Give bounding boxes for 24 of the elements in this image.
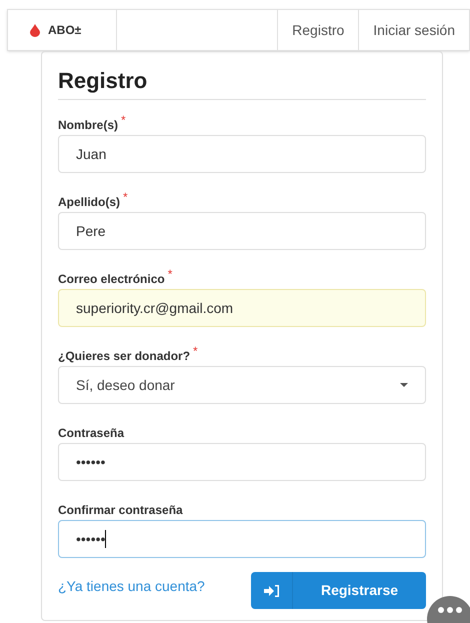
field-label: ¿Quieres ser donador?: [58, 348, 190, 365]
select-field[interactable]: Sí, deseo donar: [58, 366, 426, 404]
brand-name: ABO±: [48, 22, 82, 39]
input-field[interactable]: ••••••: [58, 443, 426, 481]
required-mark: *: [193, 347, 198, 355]
field-label: Confirmar contraseña: [58, 502, 183, 519]
input-field[interactable]: superiority.cr@gmail.com: [58, 289, 426, 327]
nav-link[interactable]: Registro: [277, 10, 358, 50]
input-field[interactable]: Pere: [58, 212, 426, 250]
field-label: Contraseña: [58, 425, 124, 442]
form-title: Registro: [58, 64, 426, 100]
caret-icon: [400, 383, 408, 387]
field-label: Apellido(s): [58, 194, 120, 211]
input-field[interactable]: Juan: [58, 135, 426, 173]
required-mark: *: [168, 270, 172, 278]
register-button[interactable]: Registrarse: [251, 572, 426, 609]
field-label: Nombre(s): [58, 117, 118, 134]
nav-link[interactable]: Iniciar sesión: [358, 10, 469, 50]
drop-icon: [30, 24, 40, 36]
field-label: Correo electrónico: [58, 271, 165, 288]
required-mark: *: [121, 116, 126, 124]
required-mark: *: [123, 193, 128, 201]
input-field[interactable]: ••••••: [58, 520, 426, 558]
sign-in-icon: [264, 584, 280, 596]
